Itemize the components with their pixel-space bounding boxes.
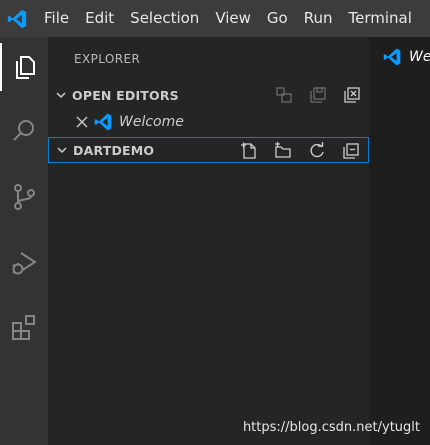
folder-label: DARTDEMO [73, 142, 155, 158]
collapse-all-icon[interactable] [334, 138, 368, 164]
menu-go[interactable]: Go [259, 0, 296, 37]
activity-bar [0, 37, 48, 445]
watermark-text: https://blog.csdn.net/ytuglt [242, 420, 420, 435]
new-untitled-file-icon[interactable] [267, 82, 301, 108]
new-file-icon[interactable] [232, 138, 266, 164]
close-all-icon[interactable] [335, 82, 369, 108]
save-all-icon[interactable] [301, 82, 335, 108]
menu-run[interactable]: Run [296, 0, 341, 37]
refresh-icon[interactable] [300, 138, 334, 164]
menu-view[interactable]: View [207, 0, 259, 37]
menu-bar: File Edit Selection View Go Run Terminal [42, 0, 420, 37]
open-editors-actions [267, 82, 369, 108]
vscode-logo-icon [92, 111, 114, 133]
explorer-icon[interactable] [0, 43, 48, 91]
menu-edit[interactable]: Edit [77, 0, 122, 37]
chevron-down-icon [54, 88, 68, 102]
search-icon[interactable] [0, 107, 48, 155]
folder-actions [232, 138, 368, 164]
open-editor-name: Welcome [119, 114, 184, 130]
menu-terminal[interactable]: Terminal [341, 0, 420, 37]
open-editors-header[interactable]: OPEN EDITORS [48, 82, 369, 108]
title-bar: File Edit Selection View Go Run Terminal [0, 0, 430, 37]
extensions-icon[interactable] [0, 303, 48, 351]
sidebar-title: EXPLORER [74, 52, 141, 66]
open-editor-item[interactable]: Welcome [48, 110, 369, 134]
source-control-icon[interactable] [0, 173, 48, 221]
explorer-sidebar: EXPLORER OPEN EDITORS Welcome DARTDEMO [48, 37, 369, 445]
menu-selection[interactable]: Selection [122, 0, 207, 37]
folder-header[interactable]: DARTDEMO [48, 137, 369, 163]
menu-file[interactable]: File [42, 0, 77, 37]
vscode-logo-icon [2, 0, 32, 37]
close-icon[interactable] [74, 114, 90, 130]
editor-area: Welcome [369, 37, 430, 445]
chevron-down-icon [55, 143, 69, 157]
new-folder-icon[interactable] [266, 138, 300, 164]
run-debug-icon[interactable] [0, 239, 48, 287]
tab-welcome[interactable]: Welcome [369, 37, 430, 77]
open-editors-label: OPEN EDITORS [72, 87, 179, 103]
tab-label: Welcome [409, 49, 430, 65]
vscode-logo-icon [381, 46, 403, 68]
